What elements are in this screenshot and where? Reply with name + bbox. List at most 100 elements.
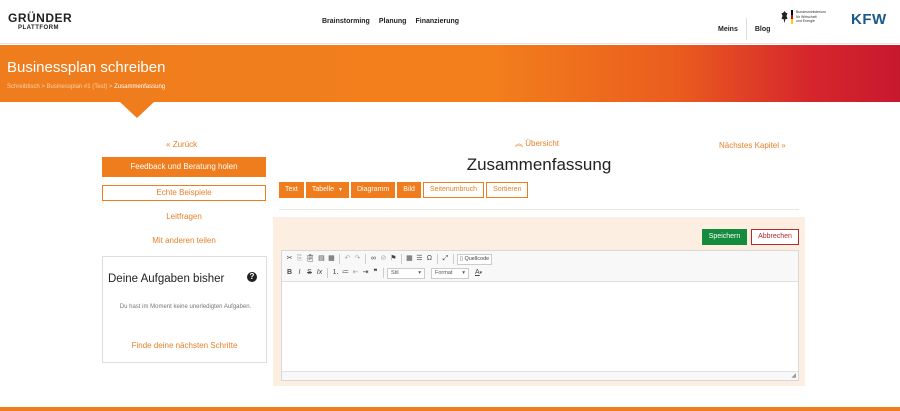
insert-text-button[interactable]: Text bbox=[279, 182, 304, 198]
nav-item-planung[interactable]: Planung bbox=[379, 18, 407, 25]
numbered-list-icon[interactable]: ⒈ bbox=[331, 267, 340, 279]
german-flag-icon bbox=[791, 10, 793, 25]
undo-icon[interactable]: ↶ bbox=[343, 253, 352, 265]
editor-content-area[interactable] bbox=[282, 282, 798, 371]
paste-text-icon[interactable]: ▤ bbox=[317, 253, 326, 265]
blockquote-icon[interactable]: ❞ bbox=[371, 267, 380, 279]
kfw-logo[interactable]: KFW bbox=[851, 11, 887, 28]
horizontal-line-icon[interactable]: ☰ bbox=[415, 253, 424, 265]
double-chevron-right-icon: » bbox=[781, 141, 786, 150]
insert-page-break-button[interactable]: Seitenumbruch bbox=[422, 182, 485, 198]
paste-word-icon[interactable]: ▦ bbox=[327, 253, 336, 265]
nav-item-blog[interactable]: Blog bbox=[755, 26, 771, 33]
indent-icon[interactable]: ⇥ bbox=[361, 267, 370, 279]
user-nav: Meins Blog bbox=[718, 18, 770, 40]
overview-link[interactable]: ︽ Übersicht bbox=[515, 138, 559, 149]
guiding-questions-link[interactable]: Leitfragen bbox=[102, 212, 266, 221]
bold-button[interactable]: B bbox=[285, 267, 294, 279]
maximize-icon[interactable]: ⤢ bbox=[441, 253, 450, 265]
cancel-button[interactable]: Abbrechen bbox=[751, 229, 799, 245]
tasks-title: Deine Aufgaben bisher bbox=[108, 273, 225, 285]
chevron-down-icon: ▾ bbox=[479, 270, 483, 276]
tasks-empty-text: Du hast im Moment keine unerledigten Auf… bbox=[119, 304, 252, 310]
unlink-icon[interactable]: ⊘ bbox=[379, 253, 388, 265]
double-chevron-left-icon: « bbox=[166, 140, 171, 149]
page-banner: Businessplan schreiben Schreibtisch > Bu… bbox=[0, 45, 900, 102]
rich-text-editor: ✂ ⎘ 📋︎ ▤ ▦ ↶ ↷ ∞ ⊘ ⚑ ▦ ☰ Ω ⤢ ▯ Quellcode… bbox=[281, 250, 799, 381]
cut-icon[interactable]: ✂ bbox=[285, 253, 294, 265]
toolbar-separator bbox=[383, 268, 384, 278]
style-select-label: Stil bbox=[391, 269, 399, 276]
toolbar-separator bbox=[452, 254, 454, 264]
toolbar-separator bbox=[400, 254, 402, 264]
remove-format-button[interactable]: Ix bbox=[315, 267, 324, 279]
insert-diagram-button[interactable]: Diagramm bbox=[350, 182, 396, 198]
feedback-button[interactable]: Feedback und Beratung holen bbox=[102, 157, 266, 177]
next-label: Nächstes Kapitel bbox=[719, 141, 780, 150]
text-color-button[interactable]: A▾ bbox=[474, 267, 483, 279]
chapter-title: Zusammenfassung bbox=[466, 155, 612, 174]
page-title: Businessplan schreiben bbox=[7, 59, 166, 76]
bulleted-list-icon[interactable]: ≔ bbox=[341, 267, 350, 279]
examples-button[interactable]: Echte Beispiele bbox=[102, 185, 266, 201]
logo-line-2: PLATTFORM bbox=[18, 25, 60, 31]
chevron-down-icon: ▾ bbox=[462, 269, 465, 276]
nav-divider bbox=[745, 18, 747, 40]
paste-icon[interactable]: 📋︎ bbox=[305, 253, 316, 265]
overview-label: Übersicht bbox=[525, 139, 560, 148]
copy-icon[interactable]: ⎘ bbox=[295, 253, 304, 265]
nav-item-meins[interactable]: Meins bbox=[718, 26, 738, 33]
breadcrumb-current: Zusammenfassung bbox=[114, 84, 166, 90]
italic-button[interactable]: I bbox=[295, 267, 304, 279]
style-select[interactable]: Stil ▾ bbox=[387, 267, 425, 279]
outdent-icon[interactable]: ⇤ bbox=[351, 267, 360, 279]
next-chapter-link[interactable]: Nächstes Kapitel » bbox=[719, 141, 786, 150]
breadcrumb-separator: > bbox=[108, 84, 113, 90]
insert-table-label: Tabelle bbox=[311, 186, 335, 193]
insert-table-button[interactable]: Tabelle ▼ bbox=[305, 182, 349, 198]
editor-toolbar: ✂ ⎘ 📋︎ ▤ ▦ ↶ ↷ ∞ ⊘ ⚑ ▦ ☰ Ω ⤢ ▯ Quellcode… bbox=[282, 251, 798, 282]
breadcrumb-separator: > bbox=[41, 84, 45, 90]
nav-item-brainstorming[interactable]: Brainstorming bbox=[322, 18, 370, 25]
tasks-panel: Deine Aufgaben bisher ? Du hast im Momen… bbox=[102, 256, 267, 363]
toolbar-row-1: ✂ ⎘ 📋︎ ▤ ▦ ↶ ↷ ∞ ⊘ ⚑ ▦ ☰ Ω ⤢ ▯ Quellcode bbox=[285, 253, 493, 265]
breadcrumb-schreibtisch[interactable]: Schreibtisch bbox=[7, 84, 40, 90]
ministry-text: Bundesministerium für Wirtschaft und Ene… bbox=[796, 10, 836, 24]
source-button[interactable]: ▯ Quellcode bbox=[456, 253, 493, 265]
sort-button[interactable]: Sortieren bbox=[486, 182, 529, 198]
table-icon[interactable]: ▦ bbox=[405, 253, 414, 265]
special-char-icon[interactable]: Ω bbox=[425, 253, 434, 265]
nav-item-finanzierung[interactable]: Finanzierung bbox=[415, 18, 459, 25]
breadcrumb-businessplan[interactable]: Businessplan #1 (Test) bbox=[47, 84, 108, 90]
toolbar-separator bbox=[364, 254, 366, 264]
gruender-plattform-logo[interactable]: GRÜNDER PLATTFORM bbox=[8, 12, 72, 32]
breadcrumb: Schreibtisch > Businessplan #1 (Test) > … bbox=[7, 84, 165, 90]
insert-toolbar: Text Tabelle ▼ Diagramm Bild Seitenumbruc… bbox=[279, 182, 529, 198]
resize-handle-icon[interactable]: ◢ bbox=[791, 372, 796, 380]
toolbar-separator bbox=[338, 254, 340, 264]
format-select[interactable]: Format ▾ bbox=[431, 267, 469, 279]
anchor-flag-icon[interactable]: ⚑ bbox=[389, 253, 398, 265]
strike-button[interactable]: S bbox=[305, 267, 314, 279]
insert-image-button[interactable]: Bild bbox=[397, 182, 421, 198]
section-divider bbox=[279, 209, 799, 210]
save-button[interactable]: Speichern bbox=[702, 229, 747, 245]
toolbar-separator bbox=[436, 254, 438, 264]
footer-accent-line bbox=[0, 407, 900, 411]
redo-icon[interactable]: ↷ bbox=[353, 253, 362, 265]
link-icon[interactable]: ∞ bbox=[369, 253, 378, 265]
back-link[interactable]: « Zurück bbox=[166, 140, 197, 149]
caret-down-icon: ▼ bbox=[338, 187, 343, 193]
share-link[interactable]: Mit anderen teilen bbox=[102, 236, 266, 245]
toolbar-row-2: B I S Ix ⒈ ≔ ⇤ ⇥ ❞ Stil ▾ Format ▾ A▾ bbox=[285, 267, 483, 279]
toolbar-separator bbox=[327, 268, 328, 278]
help-icon[interactable]: ? bbox=[247, 272, 257, 282]
ministry-line-3: und Energie bbox=[796, 19, 815, 23]
back-label: Zurück bbox=[172, 140, 198, 149]
bmwi-logo[interactable]: Bundesministerium für Wirtschaft und Ene… bbox=[781, 10, 836, 25]
double-chevron-up-icon: ︽ bbox=[515, 139, 523, 148]
chevron-down-icon: ▾ bbox=[418, 269, 421, 276]
format-select-label: Format bbox=[435, 269, 453, 276]
next-steps-link[interactable]: Finde deine nächsten Schritte bbox=[103, 341, 266, 350]
top-navigation: GRÜNDER PLATTFORM Brainstorming Planung … bbox=[0, 0, 900, 44]
